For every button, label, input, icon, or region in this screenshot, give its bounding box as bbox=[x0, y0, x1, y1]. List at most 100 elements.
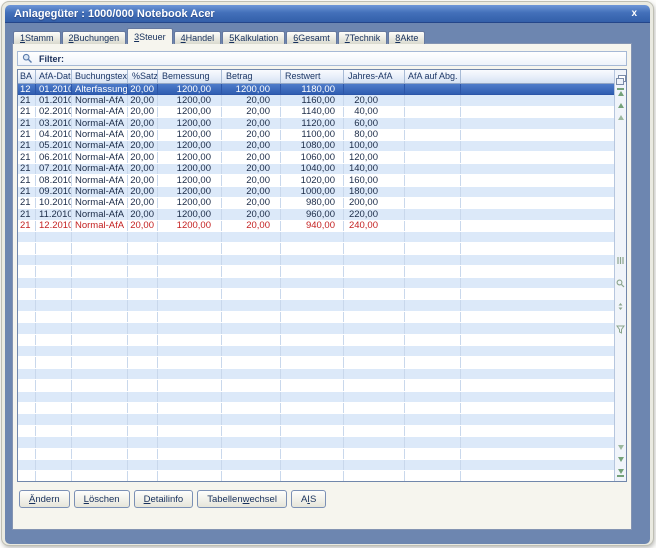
tab-kalkulation[interactable]: 5 Kalkulation bbox=[222, 31, 286, 44]
line-down-icon[interactable] bbox=[617, 445, 624, 450]
scroll-top-icon[interactable] bbox=[617, 88, 624, 96]
loeschen-button[interactable]: Löschen bbox=[73, 490, 130, 508]
table-row-09.2010[interactable]: 21 09.2010 Normal-AfA 20,00 1200,00 20,00 1000… bbox=[18, 186, 614, 198]
table-row-empty[interactable] bbox=[18, 368, 614, 381]
table-row-02.2010[interactable]: 21 02.2010 Normal-AfA 20,00 1200,00 20,00 1140… bbox=[18, 106, 614, 119]
cell-afa_dat bbox=[36, 289, 72, 300]
cell-betrag bbox=[222, 391, 281, 402]
tabellenwechsel-button[interactable]: Tabellenwechsel bbox=[197, 490, 287, 508]
close-icon[interactable]: x bbox=[628, 5, 640, 22]
window-body: 1 Stamm 2 Buchungen 3 Steuer 4 Handel 5 Kalk… bbox=[5, 23, 650, 544]
table-row-01.2010[interactable]: 12 01.2010 Alterfassung 20,00 1200,00 1200,00… bbox=[18, 84, 614, 96]
cell-afa_auf_abg bbox=[405, 345, 461, 357]
cell-betrag bbox=[222, 311, 281, 323]
table-row-empty[interactable] bbox=[18, 459, 614, 472]
cell-satz: 20,00 bbox=[128, 220, 158, 232]
table-row-05.2010[interactable]: 21 05.2010 Normal-AfA 20,00 1200,00 20,00 1080… bbox=[18, 140, 614, 153]
col-header-bemessung[interactable]: Bemessung bbox=[158, 70, 222, 83]
table-row-empty[interactable] bbox=[18, 254, 614, 267]
cell-filler bbox=[461, 95, 614, 105]
line-up-icon[interactable] bbox=[617, 115, 624, 120]
cell-afa_auf_abg bbox=[405, 220, 461, 232]
table-row-empty[interactable] bbox=[18, 391, 614, 403]
cell-afa_dat bbox=[36, 243, 72, 254]
cell-buchungstext: Normal-AfA bbox=[72, 95, 128, 106]
tab-stamm[interactable]: 1 Stamm bbox=[13, 31, 61, 44]
cell-buchungstext bbox=[72, 357, 128, 368]
cell-restwert: 1180,00 bbox=[281, 84, 344, 95]
cell-jahres_afa bbox=[344, 437, 405, 448]
cell-satz: 20,00 bbox=[128, 163, 158, 175]
cell-betrag: 20,00 bbox=[222, 209, 281, 220]
cell-buchungstext bbox=[72, 380, 128, 391]
cell-bemessung bbox=[158, 448, 222, 459]
table-row-04.2010[interactable]: 21 04.2010 Normal-AfA 20,00 1200,00 20,00 1100… bbox=[18, 129, 614, 141]
cell-buchungstext bbox=[72, 414, 128, 425]
columns-icon[interactable] bbox=[616, 252, 625, 270]
table-row-12.2010[interactable]: 21 12.2010 Normal-AfA 20,00 1200,00 20,00 940,… bbox=[18, 220, 614, 233]
filter-bar[interactable]: Filter: bbox=[17, 51, 627, 66]
table-row-empty[interactable] bbox=[18, 402, 614, 415]
tab-buchungen[interactable]: 2 Buchungen bbox=[61, 31, 127, 44]
cell-restwert bbox=[281, 471, 344, 481]
tab-akte[interactable]: 8 Akte bbox=[388, 31, 426, 44]
table-row-empty[interactable] bbox=[18, 289, 614, 301]
table-row-03.2010[interactable]: 21 03.2010 Normal-AfA 20,00 1200,00 20,00 1120… bbox=[18, 118, 614, 130]
table-row-empty[interactable] bbox=[18, 414, 614, 426]
page-up-icon[interactable] bbox=[617, 103, 624, 108]
table-row-empty[interactable] bbox=[18, 345, 614, 358]
cell-filler bbox=[461, 300, 614, 310]
cell-satz: 20,00 bbox=[128, 175, 158, 186]
cell-betrag bbox=[222, 345, 281, 357]
table-row-empty[interactable] bbox=[18, 380, 614, 392]
col-header-ba[interactable]: BA bbox=[18, 70, 36, 83]
cell-ba bbox=[18, 357, 36, 368]
table-row-empty[interactable] bbox=[18, 425, 614, 438]
table-row-08.2010[interactable]: 21 08.2010 Normal-AfA 20,00 1200,00 20,00 1020… bbox=[18, 175, 614, 187]
table-row-10.2010[interactable]: 21 10.2010 Normal-AfA 20,00 1200,00 20,00 980,… bbox=[18, 197, 614, 210]
detailinfo-button[interactable]: Detailinfo bbox=[133, 490, 194, 508]
aendern-button[interactable]: Ändern bbox=[19, 490, 70, 508]
table-row-empty[interactable] bbox=[18, 357, 614, 369]
col-header-betrag[interactable]: Betrag bbox=[222, 70, 281, 83]
cell-jahres_afa bbox=[344, 471, 405, 481]
table-row-empty[interactable] bbox=[18, 266, 614, 278]
tab-steuer[interactable]: 3 Steuer bbox=[127, 28, 173, 44]
cell-ba bbox=[18, 232, 36, 243]
cell-afa_dat bbox=[36, 368, 72, 380]
cell-bemessung: 1200,00 bbox=[158, 163, 222, 175]
table-row-empty[interactable] bbox=[18, 243, 614, 255]
page-down-icon[interactable] bbox=[617, 457, 624, 462]
table-row-empty[interactable] bbox=[18, 311, 614, 324]
col-header-afa_dat[interactable]: AfA-Dat bbox=[36, 70, 72, 83]
col-header-satz[interactable]: %Satz bbox=[128, 70, 158, 83]
tab-gesamt[interactable]: 6 Gesamt bbox=[286, 31, 337, 44]
table-row-07.2010[interactable]: 21 07.2010 Normal-AfA 20,00 1200,00 20,00 1040… bbox=[18, 163, 614, 176]
col-header-restwert[interactable]: Restwert bbox=[281, 70, 344, 83]
table-row-empty[interactable] bbox=[18, 437, 614, 449]
table-row-empty[interactable] bbox=[18, 277, 614, 290]
col-header-buchungstext[interactable]: Buchungstext bbox=[72, 70, 128, 83]
col-header-jahres_afa[interactable]: Jahres-AfA bbox=[344, 70, 405, 83]
cell-buchungstext: Alterfassung bbox=[72, 84, 128, 95]
table-row-empty[interactable] bbox=[18, 471, 614, 481]
table-search-icon[interactable] bbox=[616, 275, 625, 293]
ais-button[interactable]: AIS bbox=[290, 490, 327, 508]
table-row-11.2010[interactable]: 21 11.2010 Normal-AfA 20,00 1200,00 20,00 960,… bbox=[18, 209, 614, 221]
table-row-empty[interactable] bbox=[18, 232, 614, 244]
sort-icon[interactable] bbox=[616, 298, 625, 316]
table-row-empty[interactable] bbox=[18, 448, 614, 460]
tab-handel[interactable]: 4 Handel bbox=[173, 31, 222, 44]
col-header-afa_auf_abg[interactable]: AfA auf Abg. bbox=[405, 70, 461, 83]
table-row-01.2010[interactable]: 21 01.2010 Normal-AfA 20,00 1200,00 20,00 1160… bbox=[18, 95, 614, 107]
scroll-bottom-icon[interactable] bbox=[617, 469, 624, 477]
titlebar[interactable]: Anlagegüter : 1000/000 Notebook Acer x bbox=[5, 5, 650, 23]
tab-technik[interactable]: 7 Technik bbox=[337, 31, 388, 44]
table-row-empty[interactable] bbox=[18, 300, 614, 312]
filter-funnel-icon[interactable] bbox=[616, 321, 625, 339]
table-row-06.2010[interactable]: 21 06.2010 Normal-AfA 20,00 1200,00 20,00 1060… bbox=[18, 152, 614, 164]
table-row-empty[interactable] bbox=[18, 334, 614, 346]
table-row-empty[interactable] bbox=[18, 323, 614, 335]
cell-afa_dat: 12.2010 bbox=[36, 220, 72, 232]
cell-afa_auf_abg bbox=[405, 380, 461, 391]
